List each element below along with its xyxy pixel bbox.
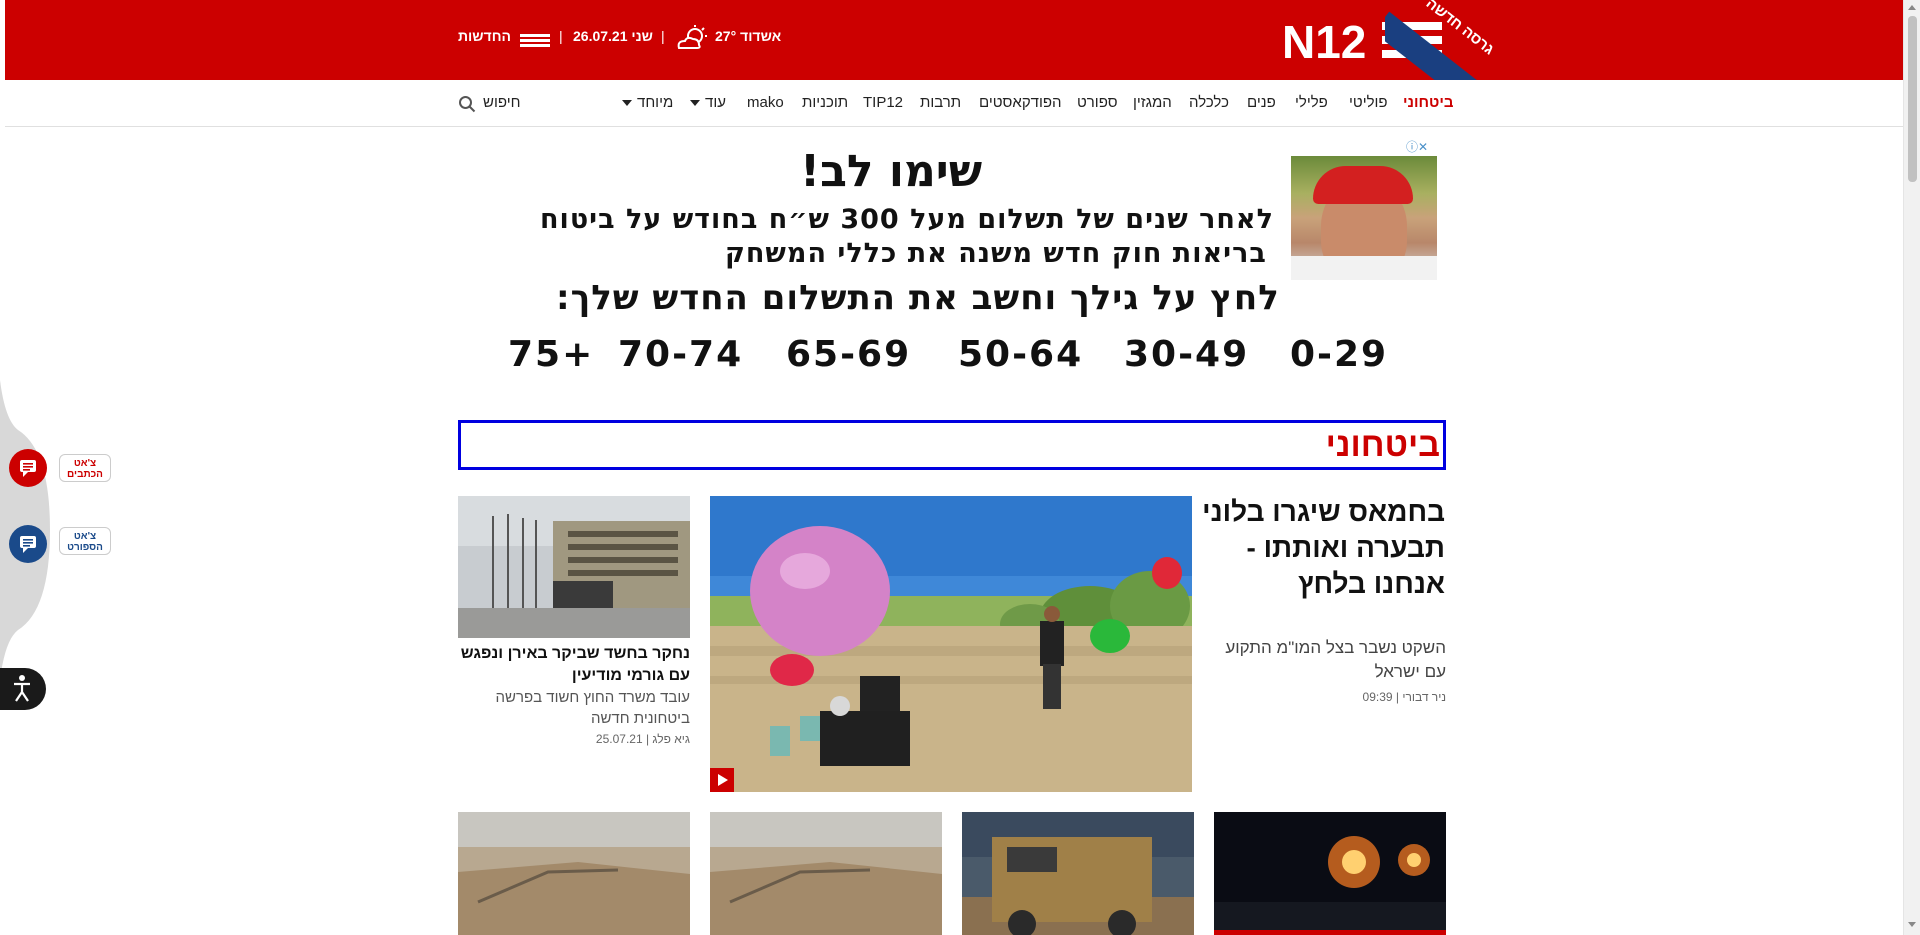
header-separator: | xyxy=(559,28,563,44)
news-menu-button[interactable]: החדשות xyxy=(458,28,511,44)
age-option[interactable]: 50-64 xyxy=(958,334,1083,375)
top-header-bar xyxy=(5,0,1903,80)
nav-item-economy[interactable]: כלכלה xyxy=(1189,94,1229,111)
accessibility-icon xyxy=(14,675,30,702)
ad-text-line[interactable]: בריאות חוק חדש משנה את כללי המשחק xyxy=(725,238,1267,269)
nav-item-special[interactable]: מיוחד xyxy=(622,94,673,111)
chat-writers-button[interactable] xyxy=(9,449,47,487)
ad-text-line[interactable]: לחץ על גילך וחשב את התשלום החדש שלך: xyxy=(556,278,1280,318)
search-icon[interactable] xyxy=(458,95,476,113)
side-article-title[interactable]: נחקר בחשד שביקר באירן ונפגש עם גורמי מוד… xyxy=(458,643,690,687)
main-article-meta: ניר דבורי | 09:39 xyxy=(1362,690,1446,704)
chevron-down-icon xyxy=(622,100,632,107)
ad-text-line[interactable]: לאחר שנים של תשלום מעל 300 ש״ח בחודש על … xyxy=(540,204,1274,235)
scroll-down-arrow[interactable] xyxy=(1908,922,1916,927)
nav-item-more-label: עוד xyxy=(705,94,726,111)
main-article-subtitle[interactable]: השקט נשבר בצל המו"מ התקוע עם ישראל xyxy=(1210,636,1446,684)
chevron-down-icon xyxy=(690,100,700,107)
age-option[interactable]: 65-69 xyxy=(786,334,911,375)
age-option[interactable]: 0-29 xyxy=(1290,334,1388,375)
age-option[interactable]: 75+ xyxy=(508,334,594,375)
main-nav: ביטחוני פוליטי פלילי פנים כלכלה המגזין ס… xyxy=(5,80,1903,127)
header-separator: | xyxy=(661,28,665,44)
section-header: ביטחוני xyxy=(458,420,1446,470)
page-scrollbar[interactable] xyxy=(1903,0,1920,935)
age-option[interactable]: 70-74 xyxy=(618,334,743,375)
nav-item-politics[interactable]: פוליטי xyxy=(1349,94,1388,111)
weather-label: אשדוד 27° xyxy=(715,28,782,44)
ad-close-icon[interactable]: ⓘ✕ xyxy=(1406,138,1438,154)
nav-item-mako[interactable]: mako xyxy=(747,94,784,111)
scrollbar-thumb[interactable] xyxy=(1908,16,1917,182)
nav-item-criminal[interactable]: פלילי xyxy=(1295,94,1328,111)
nav-item-podcasts[interactable]: הפודקאסטים xyxy=(979,94,1062,111)
accessibility-button[interactable] xyxy=(0,668,46,710)
nav-item-domestic[interactable]: פנים xyxy=(1247,94,1276,111)
age-option[interactable]: 30-49 xyxy=(1124,334,1249,375)
news-menu-icon[interactable] xyxy=(520,34,550,47)
date-label: שני 26.07.21 xyxy=(573,28,653,44)
article-thumbnail[interactable] xyxy=(1214,812,1446,935)
nav-item-special-label: מיוחד xyxy=(637,94,674,111)
main-article-title[interactable]: בחמאס שיגרו בלוני תבערה ואותתו - אנחנו ב… xyxy=(1200,494,1445,602)
video-play-icon[interactable] xyxy=(710,768,734,792)
main-article-image[interactable] xyxy=(710,496,1192,792)
nav-item-sport[interactable]: ספורט xyxy=(1077,94,1118,111)
nav-item-culture[interactable]: תרבות xyxy=(920,94,961,111)
side-article-meta: גיא פלג | 25.07.21 xyxy=(595,732,690,746)
side-article-image[interactable] xyxy=(458,496,690,638)
chat-icon xyxy=(20,536,36,553)
nav-item-shows[interactable]: תוכניות xyxy=(802,94,848,111)
search-button[interactable]: חיפוש xyxy=(483,94,520,111)
article-thumbnail[interactable] xyxy=(710,812,942,935)
chat-sport-label[interactable]: צ'אט הספורט xyxy=(59,527,111,555)
nav-item-tip12[interactable]: TIP12 xyxy=(863,94,903,111)
side-article-subtitle[interactable]: עובד משרד החוץ חשוד בפרשה ביטחונית חדשה xyxy=(458,687,690,729)
article-thumbnail[interactable] xyxy=(962,812,1194,935)
page: N12 גרסה חדשה אשדוד 27° | שני 26.07.21 |… xyxy=(0,0,1920,935)
partly-cloudy-icon xyxy=(677,25,707,49)
scroll-up-arrow[interactable] xyxy=(1908,5,1916,10)
article-thumbnail[interactable] xyxy=(458,812,690,935)
section-title[interactable]: ביטחוני xyxy=(1326,426,1440,465)
ad-title[interactable]: שימו לב! xyxy=(800,146,982,197)
nav-item-security[interactable]: ביטחוני xyxy=(1403,94,1453,111)
chat-icon xyxy=(20,460,36,477)
chat-sport-button[interactable] xyxy=(9,525,47,563)
nav-item-magazine[interactable]: המגזין xyxy=(1133,94,1172,111)
chat-writers-label[interactable]: צ'אט הכתבים xyxy=(59,454,111,482)
svg-text:N12: N12 xyxy=(1282,18,1366,64)
ad-image[interactable] xyxy=(1291,156,1437,280)
nav-item-more[interactable]: עוד xyxy=(690,94,726,111)
